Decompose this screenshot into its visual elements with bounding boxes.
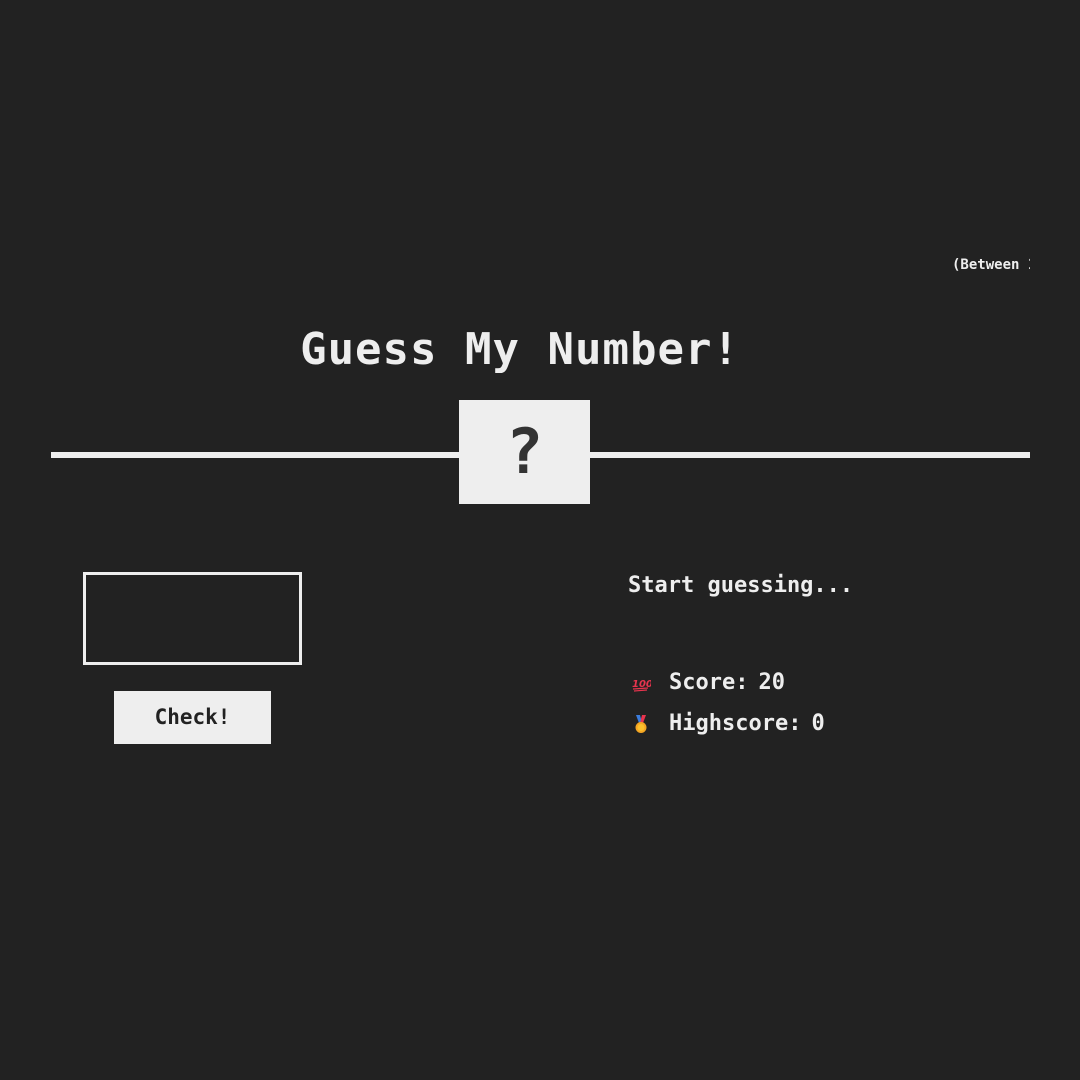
highscore-label: Highscore: xyxy=(669,711,802,736)
score-value: 20 xyxy=(758,670,785,695)
score-label: Score: xyxy=(669,670,749,695)
highscore-row: Highscore: 0 xyxy=(631,710,825,738)
guess-input[interactable] xyxy=(83,572,302,665)
score-row: 100 Score: 20 xyxy=(631,669,785,697)
check-button[interactable]: Check! xyxy=(114,691,271,744)
page-title: Guess My Number! xyxy=(300,324,740,375)
highscore-value: 0 xyxy=(811,711,825,736)
between-hint: (Between 1 and 20) xyxy=(952,257,1030,273)
secret-number-box: ? xyxy=(459,400,590,504)
status-message: Start guessing... xyxy=(628,573,854,598)
medal-icon xyxy=(631,714,651,734)
hundred-points-icon: 100 xyxy=(631,673,651,693)
